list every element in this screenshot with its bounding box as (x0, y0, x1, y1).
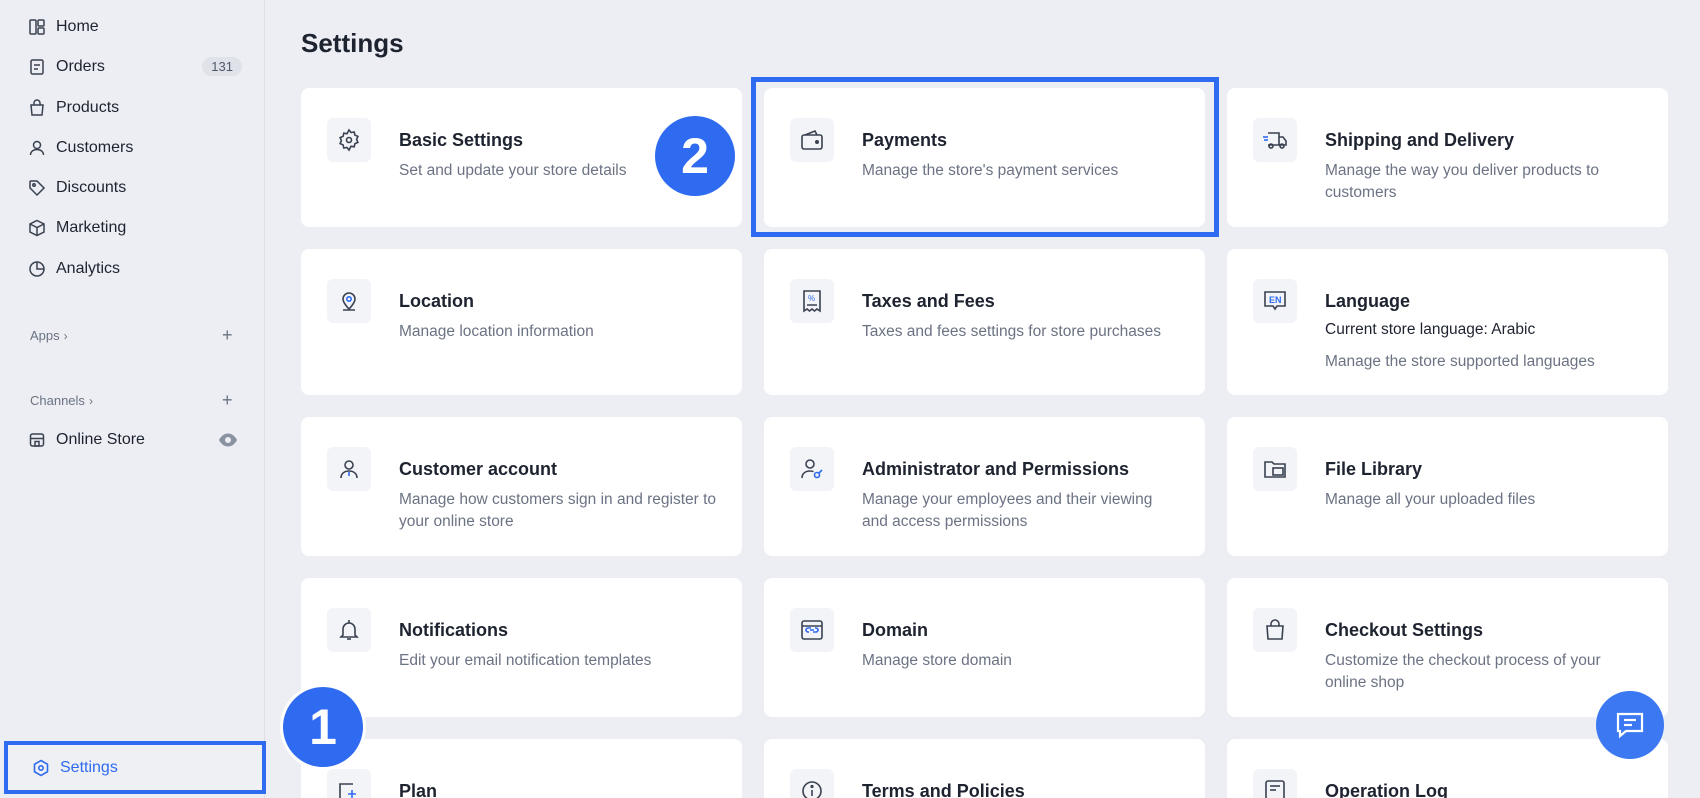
sidebar-item-analytics[interactable]: Analytics (28, 254, 248, 284)
sidebar-item-products[interactable]: Products (28, 93, 248, 123)
log-icon (1253, 769, 1297, 798)
card-title: Shipping and Delivery (1325, 130, 1515, 150)
sidebar-item-orders[interactable]: Orders 131 (28, 52, 248, 82)
step-marker-1: 1 (283, 687, 363, 767)
card-description: Taxes and fees settings for store purcha… (862, 323, 1161, 340)
sidebar-item-online-store[interactable]: Online Store (28, 425, 208, 455)
card-description: Manage your employees and their viewing … (862, 491, 1153, 530)
sidebar-item-label: Settings (60, 758, 118, 776)
card-title: Checkout Settings (1325, 620, 1484, 640)
location-pin-icon (327, 279, 371, 323)
card-notifications[interactable]: Notifications Edit your email notificati… (301, 578, 742, 717)
sidebar-item-customers[interactable]: Customers (28, 133, 248, 163)
card-title: Plan (399, 781, 438, 798)
store-icon (28, 431, 46, 449)
sidebar: Home Orders 131 Products Customers Disco… (0, 0, 265, 798)
chevron-right-icon: › (63, 328, 68, 343)
sidebar-item-label: Analytics (56, 260, 121, 277)
receipt-icon: % (790, 279, 834, 323)
card-title: Terms and Policies (862, 781, 1025, 798)
sidebar-item-settings[interactable]: Settings (4, 741, 266, 794)
card-title: Domain (862, 620, 929, 640)
sidebar-item-discounts[interactable]: Discounts (28, 173, 248, 203)
chat-support-button[interactable] (1596, 691, 1664, 759)
card-location[interactable]: Location Manage location information (301, 249, 742, 395)
orders-count-badge: 131 (202, 57, 242, 76)
card-title: Administrator and Permissions (862, 459, 1130, 479)
card-plan[interactable]: Plan (301, 739, 742, 798)
card-title: Notifications (399, 620, 509, 640)
card-file-library[interactable]: File Library Manage all your uploaded fi… (1227, 417, 1668, 556)
card-title: Customer account (399, 459, 558, 479)
card-taxes-and-fees[interactable]: % Taxes and Fees Taxes and fees settings… (764, 249, 1205, 395)
card-title: File Library (1325, 459, 1423, 479)
card-description: Customize the checkout process of your o… (1325, 652, 1601, 691)
apps-section-toggle[interactable]: Apps › (30, 328, 68, 343)
sidebar-item-label: Customers (56, 139, 134, 156)
card-language[interactable]: EN Language Current store language: Arab… (1227, 249, 1668, 395)
chevron-right-icon: › (88, 393, 93, 408)
truck-icon (1253, 118, 1297, 162)
card-description: Manage store domain (862, 652, 1012, 669)
card-title: Payments (862, 130, 948, 150)
gear-icon (327, 118, 371, 162)
language-icon: EN (1253, 279, 1297, 323)
sidebar-item-label: Marketing (56, 219, 127, 236)
box-icon (28, 219, 46, 237)
current-language-label: Current store language: Arabic (1325, 321, 1536, 338)
page-title: Settings (301, 28, 404, 58)
card-shipping-and-delivery[interactable]: Shipping and Delivery Manage the way you… (1227, 88, 1668, 227)
tag-icon (28, 179, 46, 197)
card-description: Edit your email notification templates (399, 652, 652, 669)
card-description: Manage all your uploaded files (1325, 491, 1536, 508)
card-description: Manage the store supported languages (1325, 353, 1595, 370)
sidebar-item-marketing[interactable]: Marketing (28, 213, 248, 243)
card-customer-account[interactable]: Customer account Manage how customers si… (301, 417, 742, 556)
card-description: Manage the store's payment services (862, 162, 1119, 179)
svg-text:EN: EN (1269, 295, 1282, 305)
card-title: Basic Settings (399, 130, 524, 150)
settings-hex-icon (32, 759, 50, 777)
orders-icon (28, 58, 46, 76)
domain-link-icon (790, 608, 834, 652)
card-title: Location (399, 291, 474, 311)
card-title: Taxes and Fees (862, 291, 995, 311)
eye-icon[interactable] (218, 430, 238, 450)
sidebar-item-label: Home (56, 18, 99, 35)
bag-icon (28, 99, 46, 117)
step-marker-2: 2 (655, 116, 735, 196)
sidebar-item-label: Orders (56, 58, 105, 75)
card-checkout-settings[interactable]: Checkout Settings Customize the checkout… (1227, 578, 1668, 717)
sidebar-item-home[interactable]: Home (28, 12, 248, 42)
sidebar-item-label: Online Store (56, 431, 145, 448)
card-domain[interactable]: Domain Manage store domain (764, 578, 1205, 717)
channels-section-toggle[interactable]: Channels › (30, 393, 93, 408)
add-app-button[interactable]: + (222, 325, 233, 346)
card-terms-and-policies[interactable]: Terms and Policies (764, 739, 1205, 798)
card-title: Operation Log (1325, 781, 1448, 798)
card-administrator-and-permissions[interactable]: Administrator and Permissions Manage you… (764, 417, 1205, 556)
add-channel-button[interactable]: + (222, 390, 233, 411)
admin-key-icon (790, 447, 834, 491)
home-icon (28, 18, 46, 36)
wallet-icon (790, 118, 834, 162)
info-icon (790, 769, 834, 798)
user-icon (28, 139, 46, 157)
card-title: Language (1325, 291, 1411, 311)
plan-icon (327, 769, 371, 798)
card-description: Manage the way you deliver products to c… (1325, 162, 1599, 201)
sidebar-item-label: Products (56, 99, 120, 116)
card-description: Manage how customers sign in and registe… (399, 491, 717, 530)
svg-text:%: % (808, 294, 815, 303)
chat-icon (1616, 712, 1644, 739)
user-account-icon (327, 447, 371, 491)
sidebar-item-label: Discounts (56, 179, 127, 196)
pie-chart-icon (28, 260, 46, 278)
card-payments[interactable]: Payments Manage the store's payment serv… (764, 88, 1205, 227)
bell-icon (327, 608, 371, 652)
card-operation-log[interactable]: Operation Log (1227, 739, 1668, 798)
shopping-bag-icon (1253, 608, 1297, 652)
card-description: Manage location information (399, 323, 594, 340)
folder-icon (1253, 447, 1297, 491)
